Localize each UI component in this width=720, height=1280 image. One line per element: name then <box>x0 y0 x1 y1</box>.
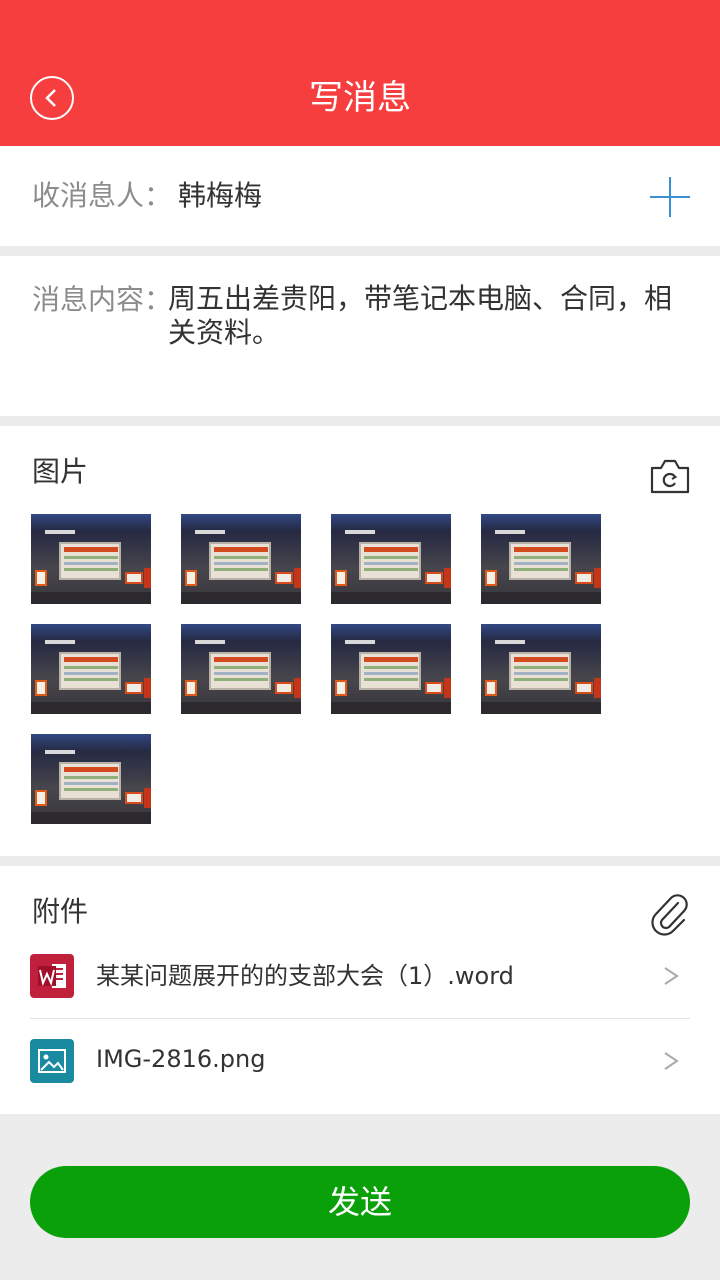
attachment-item-word[interactable]: 某某问题展开的的支部大会（1）.word <box>30 934 690 1018</box>
camera-icon[interactable] <box>648 456 692 496</box>
chevron-right-icon <box>664 1052 679 1070</box>
send-button[interactable]: 发送 <box>30 1166 690 1238</box>
attachment-name: 某某问题展开的的支部大会（1）.word <box>96 962 514 990</box>
recipient-label: 收消息人： <box>32 179 173 212</box>
message-content-row[interactable]: 消息内容： 周五出差贵阳，带笔记本电脑、合同，相关资料。 <box>0 256 720 416</box>
recipient-value[interactable]: 韩梅梅 <box>178 176 262 216</box>
attachments-title: 附件 <box>32 895 89 928</box>
page-title: 写消息 <box>309 78 411 118</box>
image-thumbnail[interactable] <box>31 734 151 824</box>
images-title: 图片 <box>32 455 89 488</box>
add-recipient-icon[interactable] <box>648 175 692 219</box>
image-thumbnail[interactable] <box>331 514 451 604</box>
image-thumbnail[interactable] <box>481 624 601 714</box>
image-thumbnail[interactable] <box>181 624 301 714</box>
image-thumbnail[interactable] <box>181 514 301 604</box>
word-file-icon <box>30 954 74 998</box>
paperclip-icon[interactable] <box>648 893 692 937</box>
image-thumbnail[interactable] <box>331 624 451 714</box>
image-file-icon <box>30 1039 74 1083</box>
content-label: 消息内容： <box>32 283 173 316</box>
image-thumbnail[interactable] <box>31 624 151 714</box>
top-bar: 写消息 <box>0 0 720 146</box>
image-thumbnail[interactable] <box>481 514 601 604</box>
attachment-item-image[interactable]: IMG-2816.png <box>30 1019 690 1103</box>
content-text[interactable]: 周五出差贵阳，带笔记本电脑、合同，相关资料。 <box>168 282 688 350</box>
chevron-right-icon <box>664 967 679 985</box>
recipient-row[interactable]: 收消息人： 韩梅梅 <box>0 146 720 246</box>
attachment-name: IMG-2816.png <box>96 1045 266 1073</box>
image-thumbnail[interactable] <box>31 514 151 604</box>
